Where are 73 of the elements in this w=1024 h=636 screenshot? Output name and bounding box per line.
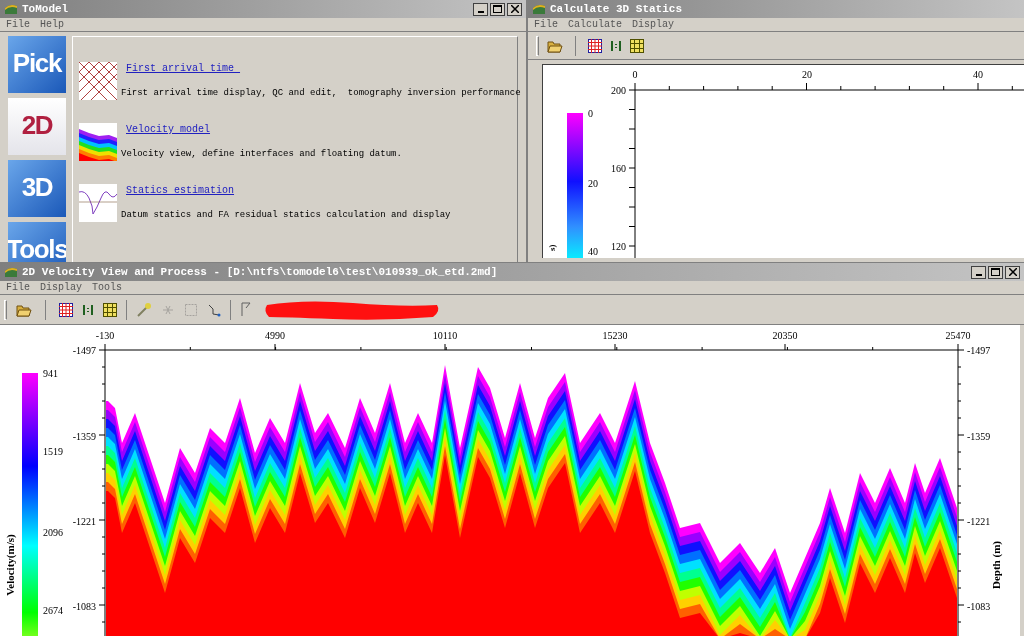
module-description: Datum statics and FA residual statics calculation and display xyxy=(121,209,451,221)
app-icon xyxy=(4,3,18,15)
x-tick-label: 40 xyxy=(973,69,983,80)
y-tick-label: -1221 xyxy=(967,516,991,527)
grid-icon[interactable] xyxy=(59,302,73,317)
y-tick-label: 160 xyxy=(611,163,626,174)
close-button[interactable] xyxy=(1005,265,1020,279)
module-description: Velocity view, define interfaces and floating datum. xyxy=(121,148,402,160)
scale-label: 20 xyxy=(588,178,598,189)
columns-icon[interactable] xyxy=(610,38,622,53)
wand-icon[interactable] xyxy=(136,301,152,318)
x-tick-label: 15230 xyxy=(602,330,628,341)
scale-label: 2096 xyxy=(43,527,63,538)
menu-item[interactable]: File xyxy=(534,18,558,31)
scale-label: 1519 xyxy=(43,446,63,457)
menu-item[interactable]: File xyxy=(6,18,30,31)
window-title: ToModel xyxy=(22,1,69,17)
grid-icon[interactable] xyxy=(588,38,602,53)
app-icon xyxy=(4,266,18,278)
folder-icon[interactable] xyxy=(547,38,563,53)
velocity-thumbnail xyxy=(79,123,117,161)
x-tick-label: 25470 xyxy=(945,330,971,341)
y-tick-label: -1497 xyxy=(72,345,96,356)
module-tile[interactable]: Pick xyxy=(8,36,66,93)
y-tick-label: -1221 xyxy=(72,516,96,527)
scale-title: s) xyxy=(547,244,557,251)
y-tick-label: -1359 xyxy=(967,431,991,442)
y-tick-label: -1359 xyxy=(72,431,96,442)
y-tick-label: 120 xyxy=(611,241,626,252)
x-tick-label: 20350 xyxy=(772,330,798,341)
window-title: Calculate 3D Statics xyxy=(550,1,683,17)
scale-label: 2674 xyxy=(43,605,63,616)
x-tick-label: 0 xyxy=(632,69,638,80)
x-tick-label: 20 xyxy=(802,69,812,80)
menu-item[interactable]: Tools xyxy=(92,281,123,294)
scale-label: 941 xyxy=(43,368,58,379)
module-link[interactable]: First arrival time xyxy=(126,63,241,75)
statics-thumbnail xyxy=(79,184,117,222)
columns-icon[interactable] xyxy=(82,302,94,317)
maximize-button[interactable] xyxy=(490,2,505,16)
table-icon[interactable] xyxy=(630,38,644,53)
scale-title: Velocity(m/s) xyxy=(4,534,16,596)
window-title: 2D Velocity View and Process - [D:\ntfs\tomodel6\test\010939_ok_etd.2md] xyxy=(22,264,498,280)
path-icon[interactable] xyxy=(207,302,221,317)
menu-item[interactable]: Display xyxy=(632,18,675,31)
table-icon[interactable] xyxy=(103,302,117,317)
y-tick-label: 200 xyxy=(611,85,626,96)
y-tick-label: -1497 xyxy=(967,345,991,356)
x-tick-label: -130 xyxy=(95,330,115,341)
scale-label: 0 xyxy=(588,108,593,119)
minimize-button[interactable] xyxy=(971,265,986,279)
module-link[interactable]: Velocity model xyxy=(126,124,210,136)
minimize-button[interactable] xyxy=(473,2,488,16)
close-button[interactable] xyxy=(507,2,522,16)
module-description: First arrival time display, QC and edit, tomography inversion performance xyxy=(121,87,521,99)
module-tile[interactable]: 3D xyxy=(8,160,66,217)
selection-icon xyxy=(184,302,198,317)
menu-item[interactable]: File xyxy=(6,281,30,294)
y-tick-label: -1083 xyxy=(967,601,991,612)
module-tile[interactable]: 2D xyxy=(8,98,66,155)
menu-item[interactable]: Calculate xyxy=(568,18,623,31)
y-tick-label: -1083 xyxy=(72,601,96,612)
scale-label: 40 xyxy=(588,246,598,257)
maximize-button[interactable] xyxy=(988,265,1003,279)
menu-item[interactable]: Display xyxy=(40,281,83,294)
app-icon xyxy=(532,3,546,15)
grid-thumbnail xyxy=(79,62,117,100)
x-tick-label: 10110 xyxy=(432,330,458,341)
menu-item[interactable]: Help xyxy=(40,18,65,31)
x-tick-label: 4990 xyxy=(265,330,285,341)
axis-title: Depth (m) xyxy=(990,541,1002,589)
folder-icon[interactable] xyxy=(16,302,32,317)
module-link[interactable]: Statics estimation xyxy=(126,185,235,197)
